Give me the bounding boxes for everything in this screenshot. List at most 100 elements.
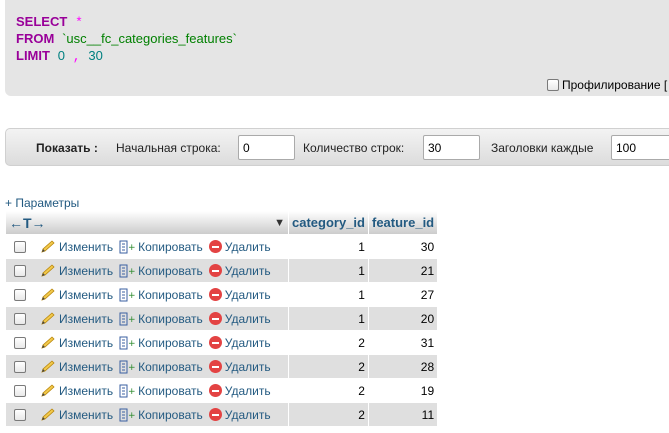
results-table: ←T→ ▼ category_id feature_id Изменить + …	[5, 210, 438, 427]
edit-button[interactable]: Изменить	[40, 408, 113, 422]
edit-button[interactable]: Изменить	[40, 288, 113, 302]
delete-icon	[208, 336, 222, 349]
edit-button[interactable]: Изменить	[40, 264, 113, 278]
delete-icon	[208, 264, 222, 277]
rows-count-label: Количество строк:	[303, 141, 405, 155]
dropdown-triangle-icon[interactable]: ▼	[274, 217, 285, 229]
copy-button[interactable]: + Копировать	[119, 336, 203, 350]
edit-label: Изменить	[59, 407, 114, 422]
delete-icon	[208, 408, 222, 421]
row-checkbox[interactable]	[14, 264, 26, 277]
row-checkbox[interactable]	[14, 288, 26, 301]
cell-category-id: 1	[289, 307, 368, 330]
delete-button[interactable]: Удалить	[208, 311, 271, 326]
pencil-icon	[41, 383, 55, 397]
edit-button[interactable]: Изменить	[40, 360, 113, 374]
copy-icon: +	[119, 264, 135, 277]
profiling-toggle[interactable]: Профилирование [	[547, 78, 667, 92]
row-checkbox[interactable]	[14, 384, 26, 397]
delete-icon	[208, 240, 222, 253]
pencil-icon	[41, 311, 55, 325]
delete-button[interactable]: Удалить	[208, 287, 271, 302]
copy-label: Копировать	[138, 263, 203, 278]
edit-label: Изменить	[59, 263, 114, 278]
svg-text:+: +	[128, 363, 135, 373]
sql-keyword-from: FROM	[16, 31, 55, 46]
delete-button[interactable]: Удалить	[208, 360, 271, 374]
row-actions: Изменить + Копировать Удалить	[6, 235, 288, 258]
profiling-checkbox[interactable]	[547, 79, 559, 91]
sql-limit-sep: ,	[72, 49, 81, 64]
copy-label: Копировать	[138, 287, 203, 302]
copy-button[interactable]: + Копировать	[119, 360, 203, 374]
headers-every-label: Заголовки каждые	[491, 141, 594, 155]
edit-label: Изменить	[59, 287, 114, 302]
svg-text:+: +	[128, 387, 135, 397]
row-checkbox[interactable]	[14, 360, 26, 373]
parameters-link[interactable]: + Параметры	[5, 196, 79, 210]
delete-label: Удалить	[224, 239, 271, 254]
delete-label: Удалить	[224, 311, 271, 326]
copy-icon: +	[119, 384, 135, 397]
edit-button[interactable]: Изменить	[40, 312, 113, 326]
table-row: Изменить + Копировать Удалить	[6, 259, 438, 282]
svg-text:+: +	[128, 291, 135, 301]
edit-button[interactable]: Изменить	[40, 384, 113, 398]
delete-button[interactable]: Удалить	[208, 335, 271, 350]
table-row: Изменить + Копировать Удалить	[6, 379, 438, 402]
copy-button[interactable]: + Копировать	[119, 312, 203, 326]
edit-label: Изменить	[59, 359, 114, 374]
copy-icon: +	[119, 312, 135, 325]
row-checkbox[interactable]	[14, 240, 26, 253]
copy-button[interactable]: + Копировать	[119, 384, 203, 398]
row-actions: Изменить + Копировать Удалить	[6, 259, 288, 282]
svg-text:+: +	[128, 411, 135, 421]
column-header-category-id[interactable]: category_id	[289, 211, 368, 234]
actions-header: ←T→ ▼	[6, 211, 288, 234]
cell-feature-id: 19	[368, 379, 438, 402]
copy-label: Копировать	[138, 311, 203, 326]
table-row: Изменить + Копировать Удалить	[6, 331, 438, 354]
pencil-icon	[41, 287, 55, 301]
edit-label: Изменить	[59, 383, 114, 398]
delete-label: Удалить	[224, 263, 271, 278]
column-arrows[interactable]: ←T→	[9, 215, 46, 231]
headers-every-input[interactable]: 100	[611, 135, 669, 160]
delete-label: Удалить	[224, 383, 271, 398]
edit-button[interactable]: Изменить	[40, 240, 113, 254]
svg-text:+: +	[128, 267, 135, 277]
pencil-icon	[41, 407, 55, 421]
copy-icon: +	[119, 408, 135, 421]
navigation-bar: Показать : Начальная строка: 0 Количеств…	[5, 128, 669, 166]
row-checkbox[interactable]	[14, 408, 26, 421]
svg-text:+: +	[128, 339, 135, 349]
delete-button[interactable]: Удалить	[208, 408, 271, 422]
row-actions: Изменить + Копировать Удалить	[6, 355, 288, 378]
copy-button[interactable]: + Копировать	[119, 264, 203, 278]
start-row-input[interactable]: 0	[238, 135, 295, 160]
delete-icon	[208, 384, 222, 397]
table-row: Изменить + Копировать Удалить	[6, 235, 438, 258]
row-checkbox[interactable]	[14, 336, 26, 349]
copy-button[interactable]: + Копировать	[119, 408, 203, 422]
sql-star: *	[75, 15, 83, 30]
delete-button[interactable]: Удалить	[208, 239, 271, 254]
svg-text:+: +	[128, 243, 135, 253]
pencil-icon	[41, 239, 55, 253]
rows-count-input[interactable]: 30	[423, 135, 480, 160]
edit-label: Изменить	[59, 311, 114, 326]
copy-button[interactable]: + Копировать	[119, 240, 203, 254]
delete-button[interactable]: Удалить	[208, 383, 271, 398]
delete-button[interactable]: Удалить	[208, 263, 271, 278]
edit-label: Изменить	[59, 335, 114, 350]
cell-feature-id: 11	[368, 403, 438, 426]
copy-button[interactable]: + Копировать	[119, 288, 203, 302]
delete-label: Удалить	[224, 287, 271, 302]
column-header-feature-id[interactable]: feature_id	[368, 211, 438, 234]
cell-feature-id: 31	[368, 331, 438, 354]
delete-label: Удалить	[224, 335, 271, 350]
cell-feature-id: 30	[368, 235, 438, 258]
row-checkbox[interactable]	[14, 312, 26, 325]
table-header-row: ←T→ ▼ category_id feature_id	[6, 211, 438, 234]
edit-button[interactable]: Изменить	[40, 336, 113, 350]
